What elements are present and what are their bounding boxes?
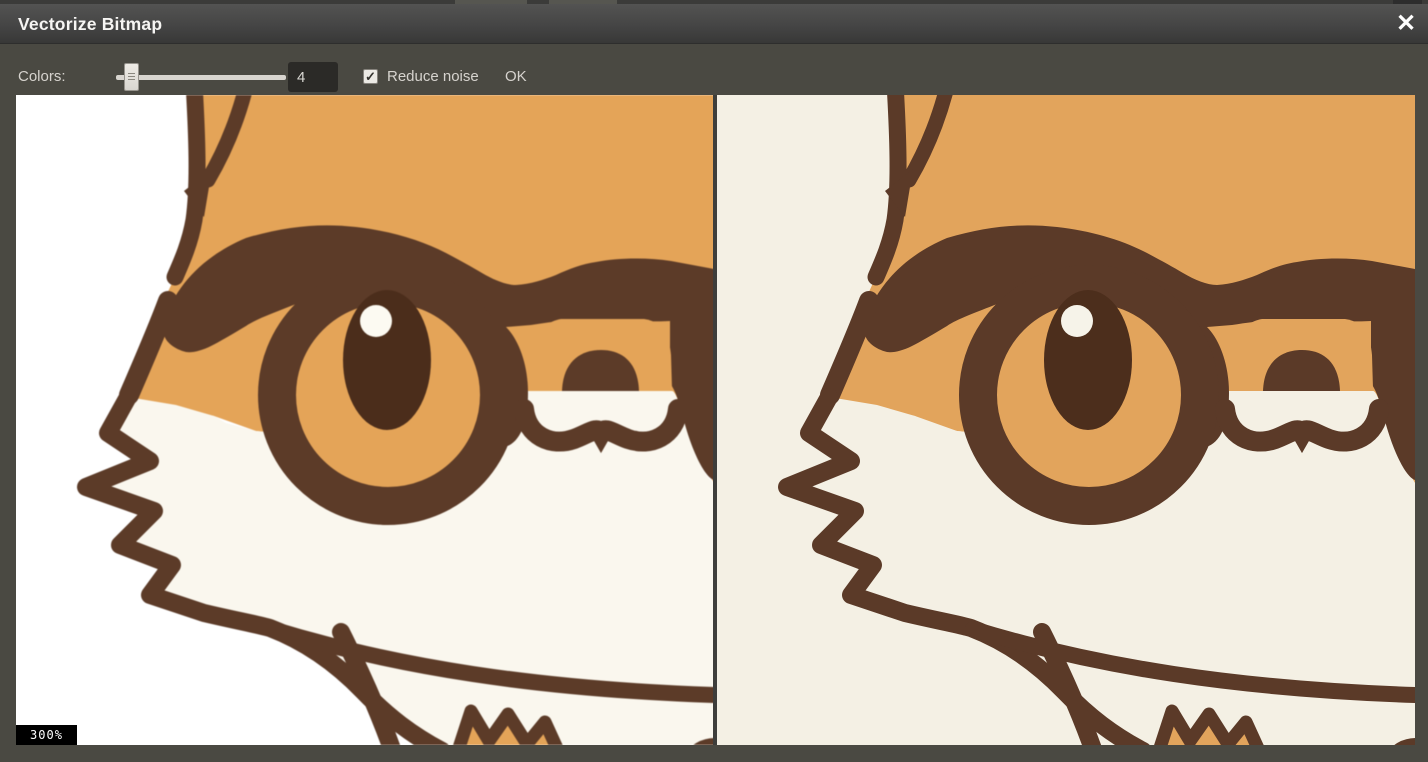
colors-slider-handle[interactable] — [124, 63, 139, 91]
original-bitmap-image — [16, 95, 713, 745]
vectorized-preview-image — [717, 95, 1415, 745]
dialog-toolbar: Colors: ✓ Reduce noise OK — [0, 44, 1428, 95]
colors-slider-track[interactable] — [116, 75, 286, 80]
dialog-title: Vectorize Bitmap — [0, 4, 1428, 36]
vectorize-bitmap-dialog: Vectorize Bitmap ✕ Colors: ✓ Reduce nois… — [0, 0, 1428, 762]
dialog-titlebar: Vectorize Bitmap ✕ — [0, 4, 1428, 44]
original-bitmap-panel — [16, 95, 713, 745]
reduce-noise-label[interactable]: Reduce noise — [387, 68, 479, 86]
zoom-level-badge: 300% — [16, 725, 77, 745]
preview-area: 300% — [16, 95, 1415, 745]
colors-label: Colors: — [18, 68, 66, 86]
colors-value-input[interactable] — [288, 62, 338, 92]
vectorized-preview-panel — [717, 95, 1415, 745]
checkmark-icon: ✓ — [364, 70, 377, 84]
close-icon[interactable]: ✕ — [1392, 9, 1420, 39]
slider-grip-icon — [128, 73, 135, 81]
ok-button[interactable]: OK — [505, 68, 527, 86]
reduce-noise-checkbox[interactable]: ✓ — [363, 69, 378, 84]
